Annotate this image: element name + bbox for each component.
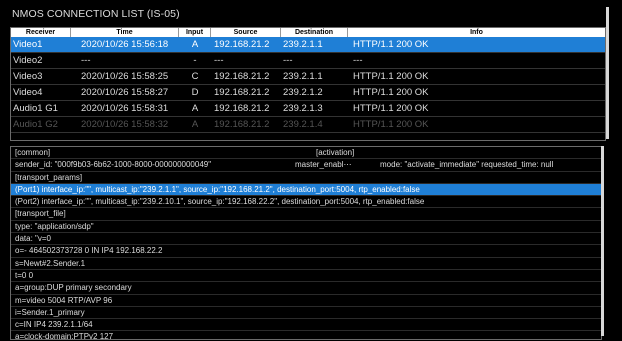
cell-receiver: Video4	[13, 87, 43, 98]
detail-line[interactable]: (Port2) interface_ip:"", multicast_ip:"2…	[11, 196, 601, 209]
table-row[interactable]: Video1 2020/10/26 15:56:18 A 192.168.21.2 23…	[11, 37, 605, 53]
cell-time: 2020/10/26 15:58:31	[81, 103, 169, 114]
detail-line[interactable]: [transport_params]	[11, 172, 601, 184]
table-row[interactable]: Audio1 G1 2020/10/26 15:58:31 A 192.168.21.…	[11, 101, 605, 117]
sender-id-text: sender_id: "000f9b03-6b62-1000-8000-0000…	[15, 160, 212, 170]
connection-detail-panel: [common] [activation] sender_id: "000f9b…	[10, 146, 602, 340]
cell-source: 192.168.21.2	[214, 39, 270, 50]
cell-source: ---	[214, 55, 224, 66]
cell-input: A	[191, 103, 199, 114]
cell-input: D	[191, 87, 199, 98]
nmos-connection-window: NMOS CONNECTION LIST (IS-05) Receiver Ti…	[10, 5, 609, 340]
column-header-info[interactable]: Info	[348, 28, 605, 37]
detail-line[interactable]: c=IN IP4 239.2.1.1/64	[11, 319, 601, 332]
detail-line[interactable]: type: "application/sdp"	[11, 221, 601, 234]
cell-info: HTTP/1.1 200 OK	[353, 103, 429, 114]
cell-info: HTTP/1.1 200 OK	[353, 87, 429, 98]
detail-line[interactable]: i=Sender.1_primary	[11, 307, 601, 320]
detail-scrollbar[interactable]	[601, 146, 604, 336]
table-row[interactable]: Video3 2020/10/26 15:58:25 C 192.168.21.2 23…	[11, 69, 605, 85]
detail-line[interactable]: data: "v=0	[11, 233, 601, 246]
detail-line[interactable]: a=group:DUP primary secondary	[11, 282, 601, 295]
cell-time: ---	[81, 55, 91, 66]
cell-time: 2020/10/26 15:58:27	[81, 87, 169, 98]
cell-source: 192.168.21.2	[214, 103, 270, 114]
table-rows: Video1 2020/10/26 15:56:18 A 192.168.21.2 23…	[11, 37, 605, 133]
cell-destination: 239.2.1.1	[283, 39, 323, 50]
cell-info: HTTP/1.1 200 OK	[353, 39, 429, 50]
column-header-destination[interactable]: Destination	[281, 28, 348, 37]
cell-info: HTTP/1.1 200 OK	[353, 71, 429, 82]
detail-line[interactable]: [transport_file]	[11, 208, 601, 221]
master-enable-text: master_enabl⋯	[295, 160, 352, 170]
column-header-input[interactable]: Input	[179, 28, 211, 37]
section-headers-line: [common] [activation]	[11, 147, 601, 160]
cell-receiver: Video1	[13, 39, 43, 50]
cell-input: A	[191, 119, 199, 130]
cell-destination: ---	[283, 55, 293, 66]
cell-destination: 239.2.1.1	[283, 71, 323, 82]
cell-source: 192.168.21.2	[214, 87, 270, 98]
cell-time: 2020/10/26 15:58:25	[81, 71, 169, 82]
cell-source: 192.168.21.2	[214, 119, 270, 130]
cell-source: 192.168.21.2	[214, 71, 270, 82]
column-header-source[interactable]: Source	[211, 28, 281, 37]
detail-lines: [transport_params] (Port1) interface_ip:"…	[11, 172, 601, 339]
cell-info: ---	[353, 55, 363, 66]
common-section-header: [common]	[15, 148, 51, 157]
table-scrollbar[interactable]	[606, 7, 609, 139]
column-header-time[interactable]: Time	[71, 28, 179, 37]
detail-line[interactable]: m=video 5004 RTP/AVP 96	[11, 295, 601, 307]
activation-section-header: [activation]	[316, 148, 355, 157]
column-header-receiver[interactable]: Receiver	[11, 28, 71, 37]
table-row[interactable]: Video2 --- - --- --- ---	[11, 53, 605, 69]
table-header: Receiver Time Input Source Destination I…	[11, 28, 605, 37]
cell-receiver: Audio1 G2	[13, 119, 58, 130]
cell-input: -	[193, 55, 197, 66]
window-title: NMOS CONNECTION LIST (IS-05)	[12, 8, 180, 20]
detail-line[interactable]: (Port1) interface_ip:"", multicast_ip:"2…	[11, 183, 601, 197]
cell-time: 2020/10/26 15:56:18	[81, 39, 169, 50]
activation-mode-text: mode: "activate_immediate" requested_tim…	[380, 160, 554, 170]
detail-line[interactable]: o=- 464502373728 0 IN IP4 192.168.22.2	[11, 245, 601, 258]
cell-receiver: Video2	[13, 55, 43, 66]
cell-receiver: Video3	[13, 71, 43, 82]
connection-table: Receiver Time Input Source Destination I…	[10, 27, 606, 141]
cell-info: HTTP/1.1 200 OK	[353, 119, 429, 130]
cell-input: A	[191, 39, 199, 50]
cell-destination: 239.2.1.4	[283, 119, 323, 130]
table-row[interactable]: Video4 2020/10/26 15:58:27 D 192.168.21.2 23…	[11, 85, 605, 101]
cell-time: 2020/10/26 15:58:32	[81, 119, 169, 130]
detail-line[interactable]: a=clock-domain:PTPv2 127	[11, 331, 601, 339]
detail-line[interactable]: s=Newt#2.Sender.1	[11, 258, 601, 270]
detail-line[interactable]: t=0 0	[11, 270, 601, 283]
cell-destination: 239.2.1.2	[283, 87, 323, 98]
common-activation-line: sender_id: "000f9b03-6b62-1000-8000-0000…	[11, 159, 601, 172]
cell-input: C	[191, 71, 199, 82]
table-row[interactable]: Audio1 G2 2020/10/26 15:58:32 A 192.168.21.…	[11, 117, 605, 133]
cell-destination: 239.2.1.3	[283, 103, 323, 114]
cell-receiver: Audio1 G1	[13, 103, 58, 114]
